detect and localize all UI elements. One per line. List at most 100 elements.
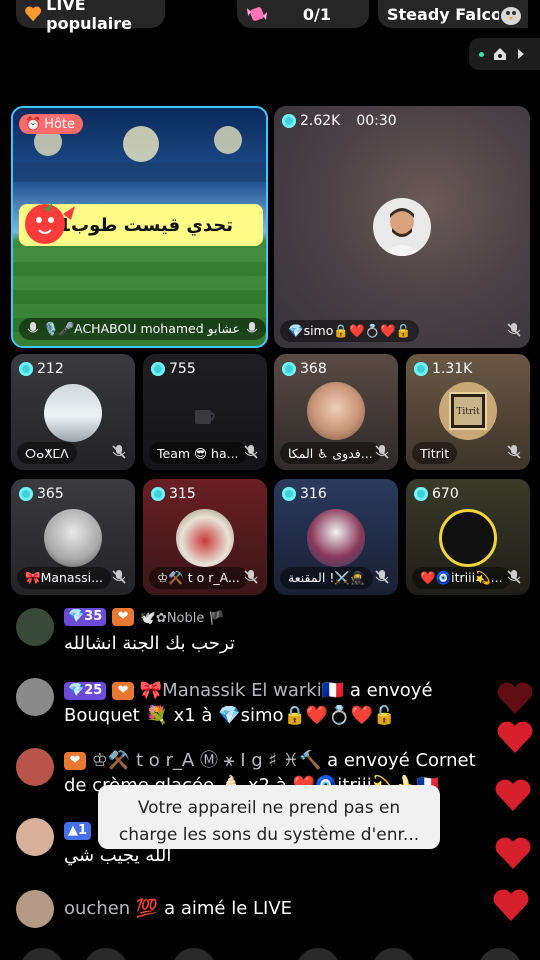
avatar[interactable] xyxy=(16,608,54,646)
avatar[interactable] xyxy=(176,509,234,567)
gem-icon xyxy=(282,362,296,376)
floating-heart-icon xyxy=(497,721,533,753)
avatar[interactable] xyxy=(373,198,431,256)
muted-mic-icon[interactable] xyxy=(111,569,127,585)
avatar[interactable] xyxy=(307,509,365,567)
guest-tile-5[interactable]: 365 🎀Manassi... xyxy=(11,479,135,595)
muted-mic-icon[interactable] xyxy=(374,444,390,460)
gem-icon xyxy=(19,487,33,501)
chat-username[interactable]: ouchen 💯 xyxy=(64,898,158,919)
guest-name-label: Team 😎 ha... xyxy=(149,442,247,464)
mini-controls[interactable] xyxy=(469,38,540,70)
avatar[interactable] xyxy=(16,748,54,786)
chat-feed[interactable]: 💎 35 ❤ 🕊️✿Noble 🏴 ترحب بك الجنة انشالله 💎… xyxy=(0,600,540,960)
avatar[interactable] xyxy=(44,384,102,442)
floating-heart-icon xyxy=(497,682,533,714)
viewer-number: 755 xyxy=(169,361,196,377)
guest-name: ⵔⴰⵅⵎⴷ xyxy=(25,445,69,461)
viewer-number: 1.31K xyxy=(432,361,473,377)
guest-name-label: ❤️🧿itriii💫... xyxy=(412,567,511,589)
muted-mic-icon[interactable] xyxy=(111,444,127,460)
guest-name: Team 😎 ha... xyxy=(157,445,239,461)
chat-username[interactable]: ♔⚒️ t o r_A Ⓜ ⚹ I g ♯ ♓🔨 xyxy=(92,750,322,771)
chat-message: 💎 35 ❤ 🕊️✿Noble 🏴 ترحب بك الجنة انشالله xyxy=(16,604,496,656)
viewer-count: 365 xyxy=(19,486,64,502)
avatar[interactable] xyxy=(16,818,54,856)
guest-name-label: Titrit xyxy=(412,442,458,464)
avatar[interactable]: Titrit xyxy=(439,382,497,440)
muted-mic-icon[interactable] xyxy=(243,444,259,460)
system-toast: Votre appareil ne prend pas en charge le… xyxy=(98,785,440,849)
titrit-logo: Titrit xyxy=(449,392,487,430)
heart-icon xyxy=(25,6,42,22)
level-badge: 💎 25 xyxy=(64,681,107,700)
host-badge-label: Hôte xyxy=(44,116,76,132)
guest-video-tile-main[interactable]: 2.62K 00:30 💎simo🔒❤️💍❤️🔓 xyxy=(274,106,530,348)
viewer-count: 212 xyxy=(19,361,64,377)
muted-mic-icon[interactable] xyxy=(374,569,390,585)
avatar[interactable] xyxy=(16,678,54,716)
fan-badge: ❤ xyxy=(64,751,86,770)
viewer-number: 2.62K xyxy=(300,113,341,129)
muted-mic-icon[interactable] xyxy=(243,569,259,585)
guest-tile-3[interactable]: 368 فدوى ♿ المكا... xyxy=(274,354,398,470)
level-badge: 💎 35 xyxy=(64,607,107,626)
opponent-name: Steady Falcon xyxy=(387,4,499,24)
chat-text: Bouquet 💐 x1 à 💎simo🔒❤️💍❤️🔓 xyxy=(64,705,396,726)
session-timer: 00:30 xyxy=(356,113,397,129)
chat-username[interactable]: 🕊️✿Noble 🏴 xyxy=(140,611,225,626)
chat-action: a aimé le LIVE xyxy=(164,898,293,919)
viewer-count: 368 xyxy=(282,361,327,377)
floating-heart-icon xyxy=(495,779,531,811)
host-name-label: 🎙️🎤ACHABOU mohamed عشابو xyxy=(19,318,266,340)
alarm-icon: ⏰ xyxy=(25,116,42,132)
viewer-number: 368 xyxy=(300,361,327,377)
guest-tile-7[interactable]: 316 المقنعة !⚔️🥷 xyxy=(274,479,398,595)
gem-icon xyxy=(151,487,165,501)
chat-action: a envoyé xyxy=(349,680,433,701)
svg-text:Titrit: Titrit xyxy=(456,407,480,417)
guest-tile-6[interactable]: 315 ♔⚒️ t o r_A... xyxy=(143,479,267,595)
guest-name: 🎀Manassi... xyxy=(25,570,104,585)
opponent-user-pill[interactable]: Steady Falcon xyxy=(378,0,528,28)
man-avatar-icon xyxy=(381,208,423,256)
avatar[interactable] xyxy=(44,509,102,567)
guest-tile-1[interactable]: 212 ⵔⴰⵅⵎⴷ xyxy=(11,354,135,470)
challenge-banner[interactable]: تحدي قيست طوب1 xyxy=(19,202,263,246)
avatar[interactable] xyxy=(307,382,365,440)
guest-name-label: المقنعة !⚔️🥷 xyxy=(280,567,374,589)
coffee-cup-icon xyxy=(195,410,215,424)
live-popular-pill[interactable]: LIVE populaire xyxy=(16,0,165,33)
host-video-tile[interactable]: ⏰ Hôte تحدي قيست طوب1 🎙️🎤ACHABOU mohamed… xyxy=(11,106,268,348)
guest-tile-4[interactable]: 1.31K Titrit Titrit xyxy=(406,354,530,470)
gem-icon xyxy=(282,114,296,128)
viewer-number: 365 xyxy=(37,486,64,502)
live-popular-label: LIVE populaire xyxy=(46,0,132,33)
chat-username[interactable]: 🎀Manassik El warki🇫🇷 xyxy=(140,680,344,701)
gem-icon xyxy=(19,362,33,376)
muted-mic-icon[interactable] xyxy=(506,444,522,460)
guest-tile-2[interactable]: 755 Team 😎 ha... xyxy=(143,354,267,470)
guest-tile-8[interactable]: 670 ❤️🧿itriii💫... xyxy=(406,479,530,595)
muted-mic-icon[interactable] xyxy=(506,569,522,585)
viewer-count: 2.62K 00:30 xyxy=(282,113,397,129)
muted-mic-icon[interactable] xyxy=(506,322,522,338)
falcon-avatar-icon xyxy=(501,7,521,25)
gem-icon xyxy=(414,487,428,501)
avatar[interactable] xyxy=(16,890,54,928)
home-icon[interactable] xyxy=(492,46,508,62)
chat-message: 💎 25 ❤ 🎀Manassik El warki🇫🇷 a envoyé Bouq… xyxy=(16,678,496,728)
chat-action: a envoyé Cornet xyxy=(327,750,476,771)
game-counter-pill[interactable]: 0/1 xyxy=(237,0,369,28)
tomato-mascot-icon xyxy=(25,202,75,244)
guest-name-label: ⵔⴰⵅⵎⴷ xyxy=(17,442,77,464)
avatar[interactable] xyxy=(439,509,497,567)
fan-badge: ❤ xyxy=(112,681,135,700)
host-badge: ⏰ Hôte xyxy=(19,114,84,134)
guest-name-label: فدوى ♿ المكا... xyxy=(280,442,381,464)
viewer-number: 316 xyxy=(300,486,327,502)
guest-name: 💎simo🔒❤️💍❤️🔓 xyxy=(288,323,412,338)
candy-icon xyxy=(247,7,267,21)
floating-heart-icon xyxy=(493,889,529,921)
play-arrow-icon[interactable] xyxy=(516,48,526,60)
